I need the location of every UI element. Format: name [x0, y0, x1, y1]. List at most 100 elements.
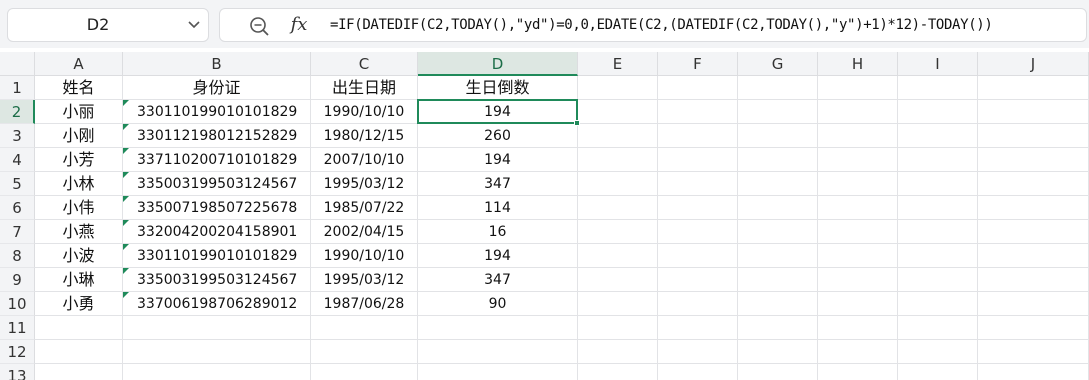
empty-cell[interactable]: [658, 292, 738, 316]
empty-cell[interactable]: [978, 148, 1089, 172]
empty-cell[interactable]: [578, 340, 658, 364]
empty-cell[interactable]: [578, 172, 658, 196]
column-header-c[interactable]: C: [311, 52, 418, 76]
id-number-cell[interactable]: 330110199010101829: [123, 244, 311, 268]
empty-cell[interactable]: [898, 148, 978, 172]
row-header-8[interactable]: 8: [0, 244, 35, 268]
row-header-5[interactable]: 5: [0, 172, 35, 196]
empty-cell[interactable]: [818, 340, 898, 364]
name-cell[interactable]: 小波: [35, 244, 123, 268]
empty-cell[interactable]: [738, 76, 818, 100]
id-number-cell[interactable]: 337006198706289012: [123, 292, 311, 316]
empty-cell[interactable]: [818, 196, 898, 220]
empty-cell[interactable]: [658, 340, 738, 364]
empty-cell[interactable]: [898, 124, 978, 148]
row-header-10[interactable]: 10: [0, 292, 35, 316]
empty-cell[interactable]: [978, 340, 1089, 364]
fill-handle[interactable]: [574, 120, 580, 126]
row-header-1[interactable]: 1: [0, 76, 35, 100]
empty-cell[interactable]: [738, 292, 818, 316]
row-header-4[interactable]: 4: [0, 148, 35, 172]
empty-cell[interactable]: [418, 316, 578, 340]
empty-cell[interactable]: [978, 172, 1089, 196]
name-cell[interactable]: 小刚: [35, 124, 123, 148]
empty-cell[interactable]: [738, 172, 818, 196]
empty-cell[interactable]: [123, 316, 311, 340]
empty-cell[interactable]: [578, 76, 658, 100]
empty-cell[interactable]: [738, 316, 818, 340]
empty-cell[interactable]: [898, 292, 978, 316]
empty-cell[interactable]: [738, 196, 818, 220]
birth-date-cell[interactable]: 2002/04/15: [311, 220, 418, 244]
empty-cell[interactable]: [818, 268, 898, 292]
chevron-down-icon[interactable]: [188, 20, 200, 30]
empty-cell[interactable]: [898, 76, 978, 100]
row-header-6[interactable]: 6: [0, 196, 35, 220]
empty-cell[interactable]: [35, 364, 123, 380]
birth-date-cell[interactable]: 1995/03/12: [311, 268, 418, 292]
empty-cell[interactable]: [738, 244, 818, 268]
birth-date-cell[interactable]: 2007/10/10: [311, 148, 418, 172]
empty-cell[interactable]: [578, 148, 658, 172]
empty-cell[interactable]: [898, 172, 978, 196]
table-header-cell[interactable]: 出生日期: [311, 76, 418, 100]
empty-cell[interactable]: [35, 340, 123, 364]
empty-cell[interactable]: [658, 268, 738, 292]
column-header-b[interactable]: B: [123, 52, 311, 76]
empty-cell[interactable]: [978, 100, 1089, 124]
empty-cell[interactable]: [738, 220, 818, 244]
name-cell[interactable]: 小芳: [35, 148, 123, 172]
birth-date-cell[interactable]: 1990/10/10: [311, 100, 418, 124]
empty-cell[interactable]: [35, 316, 123, 340]
column-header-d[interactable]: D: [418, 52, 578, 76]
empty-cell[interactable]: [578, 244, 658, 268]
empty-cell[interactable]: [818, 172, 898, 196]
birthday-countdown-cell[interactable]: 194: [418, 244, 578, 268]
empty-cell[interactable]: [738, 124, 818, 148]
row-header-2[interactable]: 2: [0, 100, 35, 124]
empty-cell[interactable]: [818, 316, 898, 340]
empty-cell[interactable]: [658, 124, 738, 148]
empty-cell[interactable]: [898, 316, 978, 340]
empty-cell[interactable]: [898, 100, 978, 124]
birthday-countdown-cell[interactable]: 114: [418, 196, 578, 220]
name-box[interactable]: D2: [7, 8, 209, 42]
empty-cell[interactable]: [898, 268, 978, 292]
empty-cell[interactable]: [818, 100, 898, 124]
column-header-i[interactable]: I: [898, 52, 978, 76]
birthday-countdown-cell[interactable]: 260: [418, 124, 578, 148]
name-cell[interactable]: 小勇: [35, 292, 123, 316]
empty-cell[interactable]: [311, 364, 418, 380]
empty-cell[interactable]: [578, 364, 658, 380]
birthday-countdown-cell[interactable]: 16: [418, 220, 578, 244]
empty-cell[interactable]: [978, 220, 1089, 244]
empty-cell[interactable]: [978, 196, 1089, 220]
fx-icon[interactable]: fx: [286, 13, 312, 37]
column-header-j[interactable]: J: [978, 52, 1089, 76]
empty-cell[interactable]: [123, 340, 311, 364]
birthday-countdown-cell[interactable]: 194: [418, 148, 578, 172]
row-header-3[interactable]: 3: [0, 124, 35, 148]
row-header-9[interactable]: 9: [0, 268, 35, 292]
id-number-cell[interactable]: 335007198507225678: [123, 196, 311, 220]
empty-cell[interactable]: [658, 172, 738, 196]
empty-cell[interactable]: [578, 196, 658, 220]
birthday-countdown-cell[interactable]: 90: [418, 292, 578, 316]
birthday-countdown-cell[interactable]: 347: [418, 268, 578, 292]
name-cell[interactable]: 小伟: [35, 196, 123, 220]
zoom-icon[interactable]: [248, 15, 270, 37]
formula-input[interactable]: =IF(DATEDIF(C2,TODAY(),"yd")=0,0,EDATE(C…: [330, 9, 1086, 41]
name-cell[interactable]: 小林: [35, 172, 123, 196]
birthday-countdown-cell[interactable]: 194: [418, 100, 578, 124]
empty-cell[interactable]: [978, 268, 1089, 292]
row-header-13[interactable]: 13: [0, 364, 35, 380]
empty-cell[interactable]: [658, 244, 738, 268]
empty-cell[interactable]: [898, 340, 978, 364]
empty-cell[interactable]: [658, 100, 738, 124]
empty-cell[interactable]: [978, 76, 1089, 100]
empty-cell[interactable]: [578, 124, 658, 148]
table-header-cell[interactable]: 生日倒数: [418, 76, 578, 100]
empty-cell[interactable]: [978, 292, 1089, 316]
birth-date-cell[interactable]: 1995/03/12: [311, 172, 418, 196]
name-cell[interactable]: 小燕: [35, 220, 123, 244]
